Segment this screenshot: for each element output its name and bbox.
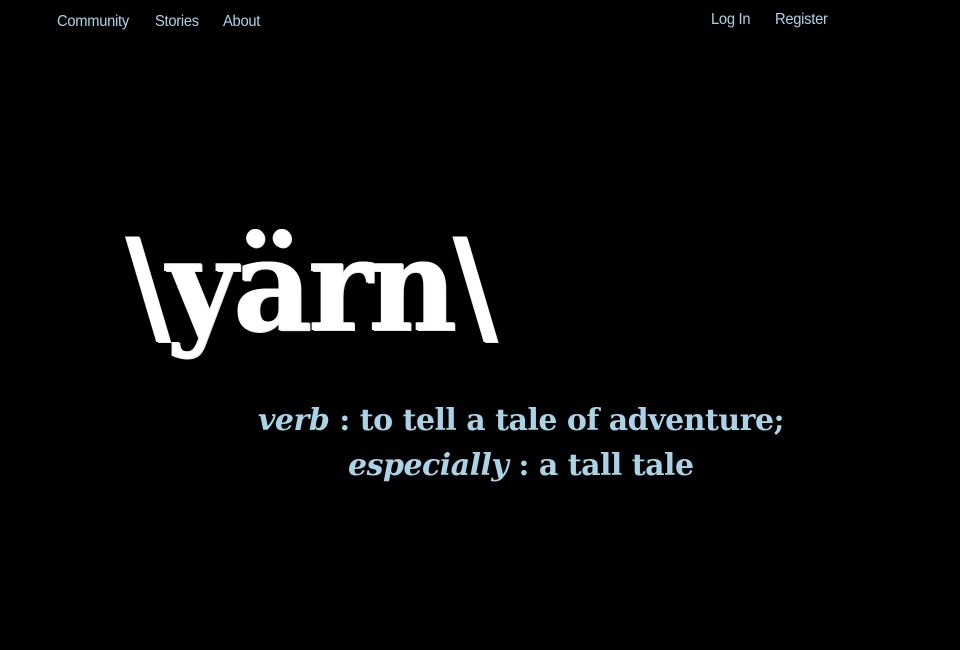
definition-line-especially: especially : a tall tale bbox=[348, 451, 694, 481]
definition-text-especially: a tall tale bbox=[538, 448, 694, 483]
hero-section: \yärn\ verb : to tell a tale of adventur… bbox=[0, 0, 960, 650]
yarn-logo: \yärn\ bbox=[126, 211, 498, 361]
definition-term-especially: especially bbox=[348, 448, 509, 483]
definition-line-verb: verb : to tell a tale of adventure; bbox=[258, 403, 785, 438]
definition-separator: : bbox=[329, 403, 360, 438]
definition-separator: : bbox=[508, 448, 539, 483]
definition-text-verb: to tell a tale of adventure; bbox=[359, 403, 785, 438]
definition-term-verb: verb bbox=[258, 403, 330, 438]
